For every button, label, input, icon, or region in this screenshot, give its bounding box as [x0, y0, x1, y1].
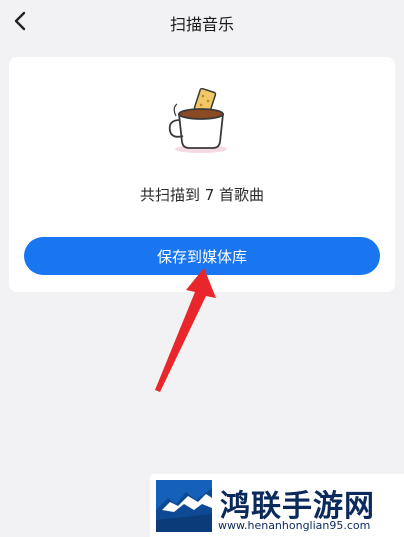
save-button-label: 保存到媒体库 — [156, 247, 247, 266]
page-title: 扫描音乐 — [169, 15, 234, 34]
scan-summary-text: 共扫描到 7 首歌曲 — [139, 186, 265, 204]
top-bar: 扫描音乐 — [0, 0, 404, 44]
watermark-url: www.henanhonglian95.com — [218, 519, 371, 532]
scan-result-card: 共扫描到 7 首歌曲 保存到媒体库 — [9, 57, 395, 292]
red-arrow-annotation — [155, 268, 216, 392]
watermark-logo — [156, 480, 212, 532]
watermark: 鸿联手游网 www.henanhonglian95.com — [150, 474, 404, 537]
coffee-cup-icon — [168, 87, 227, 153]
